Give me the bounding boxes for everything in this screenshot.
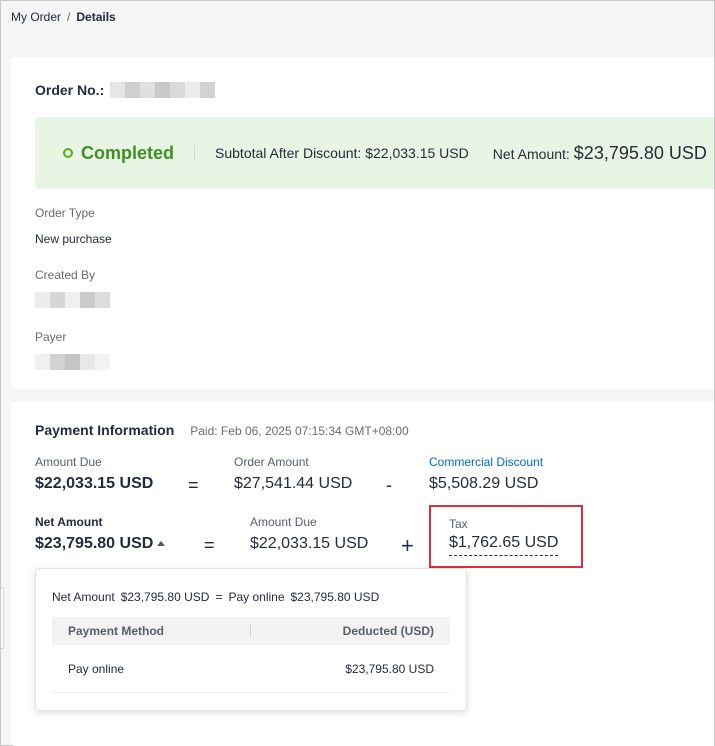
popover-method-label: Pay online: [228, 590, 285, 604]
field-created-by: Created By: [35, 268, 110, 313]
status-banner: Completed Subtotal After Discount: $22,0…: [35, 117, 714, 189]
popover-net-label: Net Amount: [52, 590, 115, 604]
commercial-discount-value: $5,508.29 USD: [429, 475, 539, 492]
field-payer: Payer: [35, 330, 110, 375]
commercial-discount-link[interactable]: Commercial Discount: [429, 455, 543, 469]
net-amount-popover: Net Amount $23,795.80 USD = Pay online $…: [35, 568, 467, 711]
banner-net-value: $23,795.80 USD: [573, 142, 707, 163]
popover-summary: Net Amount $23,795.80 USD = Pay online $…: [52, 590, 379, 604]
order-number-label: Order No.:: [35, 82, 105, 98]
table-row: Pay online $23,795.80 USD: [52, 645, 450, 693]
payment-title: Payment Information: [35, 422, 175, 438]
field-label: Payer: [35, 330, 67, 344]
field-order-type: Order Type New purchase: [35, 206, 112, 246]
order-number-redacted: [110, 82, 216, 98]
subtotal: Subtotal After Discount: $22,033.15 USD: [215, 145, 469, 161]
payment-header: Payment Information Paid: Feb 06, 2025 0…: [35, 422, 409, 438]
payer-redacted: [35, 354, 110, 370]
net-amount-value: $23,795.80 USD: [35, 535, 154, 552]
field-label: Order Type: [35, 206, 95, 220]
tax-value[interactable]: $1,762.65 USD: [449, 534, 559, 556]
net-amount-label: Net Amount: [35, 515, 103, 529]
equals-sign: =: [204, 535, 215, 555]
column-header-deducted: Deducted (USD): [342, 624, 434, 638]
status-text: Completed: [81, 142, 175, 163]
breadcrumb-separator: /: [67, 10, 71, 24]
order-amount-value: $27,541.44 USD: [234, 475, 353, 492]
amount-due-value-2: $22,033.15 USD: [250, 535, 369, 552]
amount-due-value: $22,033.15 USD: [35, 475, 154, 492]
payment-paid-time: Paid: Feb 06, 2025 07:15:34 GMT+08:00: [190, 424, 409, 438]
popover-method-value: $23,795.80 USD: [290, 590, 380, 604]
status-circle-icon: [63, 148, 73, 158]
popover-equals: =: [215, 590, 223, 604]
minus-sign: -: [386, 475, 392, 495]
payment-method-table: Payment Method Deducted (USD) Pay online…: [52, 617, 450, 693]
column-divider: [250, 624, 251, 638]
created-by-redacted: [35, 292, 110, 308]
tax-label: Tax: [449, 517, 468, 531]
order-details-card: Order No.: Completed Subtotal After Disc…: [11, 57, 714, 389]
field-label: Created By: [35, 268, 96, 282]
order-amount-label: Order Amount: [234, 455, 309, 469]
field-value: New purchase: [35, 232, 112, 246]
row-amount: $23,795.80 USD: [345, 661, 434, 676]
side-panel-edge[interactable]: [1, 587, 4, 649]
net-amount-toggle[interactable]: $23,795.80 USD: [35, 535, 166, 553]
order-number: Order No.:: [35, 82, 216, 98]
equals-sign: =: [188, 475, 199, 495]
breadcrumb: My Order / Details: [11, 10, 116, 24]
tax-highlight-box: Tax $1,762.65 USD: [429, 505, 583, 568]
popover-net-value: $23,795.80 USD: [120, 590, 210, 604]
payment-information-card: Payment Information Paid: Feb 06, 2025 0…: [11, 402, 714, 746]
subtotal-value: $22,033.15 USD: [365, 145, 469, 161]
banner-net-label: Net Amount:: [492, 145, 570, 162]
table-header: Payment Method Deducted (USD): [52, 617, 450, 645]
banner-net-amount: Net Amount: $23,795.80 USD: [493, 143, 707, 164]
row-method: Pay online: [68, 661, 125, 676]
breadcrumb-current: Details: [76, 10, 116, 24]
amount-due-label: Amount Due: [35, 455, 102, 469]
amount-due-label-2: Amount Due: [250, 515, 317, 529]
subtotal-label: Subtotal After Discount:: [215, 145, 362, 161]
breadcrumb-my-order-link[interactable]: My Order: [11, 10, 61, 24]
caret-up-icon: [157, 541, 166, 547]
plus-sign: +: [401, 533, 414, 558]
status-divider: [194, 145, 196, 161]
column-header-method: Payment Method: [68, 624, 165, 638]
